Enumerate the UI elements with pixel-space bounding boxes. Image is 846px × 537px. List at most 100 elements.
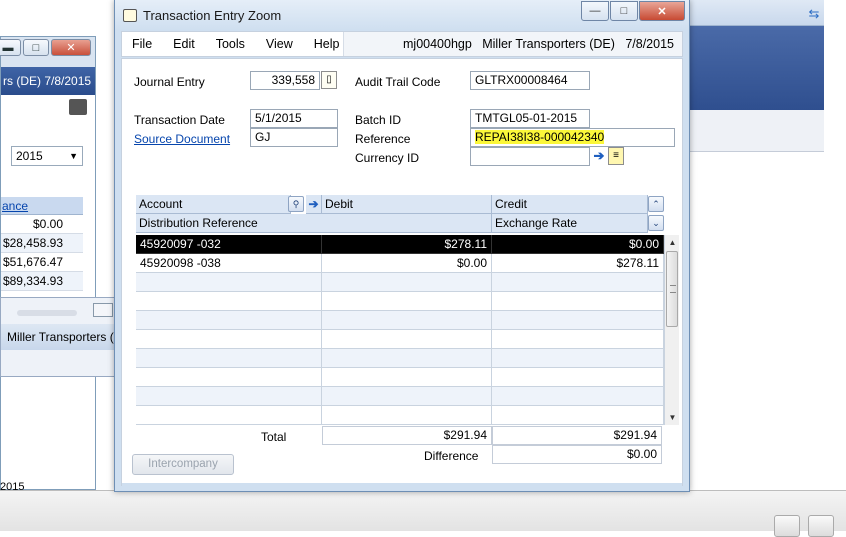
background-grid-header[interactable]: ance: [1, 197, 83, 215]
empty-cell: [136, 273, 322, 292]
currency-id-field[interactable]: [470, 147, 590, 166]
empty-cell: [322, 368, 492, 387]
account-cell[interactable]: 45920097 -032: [136, 235, 322, 254]
content-bottom-border: [122, 483, 682, 486]
background-window-body: [690, 110, 824, 152]
user-id: mj00400hgp: [403, 37, 472, 51]
empty-cell: [492, 349, 664, 368]
empty-cell: [492, 311, 664, 330]
account-cell[interactable]: 45920098 -038: [136, 254, 322, 273]
year-select[interactable]: 2015 ▼: [11, 146, 83, 166]
table-row[interactable]: [136, 311, 664, 330]
arrow-right-icon[interactable]: ➔: [591, 147, 607, 165]
empty-cell: [136, 330, 322, 349]
currency-id-label: Currency ID: [355, 151, 420, 165]
blurred-text: [17, 310, 77, 316]
background-window-header: [690, 26, 824, 110]
note-icon[interactable]: ≡: [608, 147, 624, 165]
table-row[interactable]: [136, 387, 664, 406]
scroll-down-icon[interactable]: ▼: [665, 410, 680, 425]
table-row[interactable]: [136, 330, 664, 349]
column-debit[interactable]: Debit: [322, 195, 492, 214]
background-scroll-area: [824, 0, 846, 490]
maximize-button[interactable]: □: [610, 1, 638, 21]
menu-tools[interactable]: Tools: [206, 32, 256, 56]
table-row[interactable]: 45920098 -038 $0.00 $278.11: [136, 254, 664, 273]
intercompany-button[interactable]: Intercompany: [132, 454, 234, 475]
background-window-company: Miller Transporters (: [1, 324, 121, 350]
background-window-controls: ▬ □ ✕: [0, 39, 91, 56]
background-mid-window[interactable]: Miller Transporters (: [0, 297, 122, 377]
empty-cell: [322, 311, 492, 330]
table-row[interactable]: [136, 292, 664, 311]
background-left-window[interactable]: ▬ □ ✕ rs (DE) 7/8/2015 2015 ▼ ance $0.00…: [0, 36, 96, 490]
reference-label: Reference: [355, 132, 411, 146]
table-row[interactable]: [136, 273, 664, 292]
maximize-icon[interactable]: □: [23, 39, 49, 56]
expand-icon[interactable]: ⌄: [648, 215, 664, 231]
list-item: $89,334.93: [1, 272, 83, 291]
user-date: 7/8/2015: [625, 37, 674, 51]
window-controls: — □ ✕: [581, 1, 685, 21]
menu-bar: File Edit Tools View Help mj00400hgp Mil…: [121, 31, 683, 57]
minimize-icon[interactable]: ▬: [0, 39, 21, 56]
empty-cell: [136, 406, 322, 425]
transaction-entry-zoom-window: Transaction Entry Zoom — □ ✕ File Edit T…: [114, 0, 690, 492]
transaction-date-field[interactable]: 5/1/2015: [250, 109, 338, 128]
empty-cell: [322, 330, 492, 349]
note-icon[interactable]: ▯: [321, 71, 337, 89]
scroll-up-icon[interactable]: ▲: [665, 235, 680, 250]
empty-cell: [136, 387, 322, 406]
column-exchange-rate[interactable]: Exchange Rate: [492, 214, 648, 233]
empty-cell: [322, 387, 492, 406]
total-debit-field: $291.94: [322, 426, 492, 445]
total-credit-field: $291.94: [492, 426, 662, 445]
source-document-link[interactable]: Source Document: [134, 132, 230, 146]
close-icon[interactable]: ✕: [51, 39, 91, 56]
background-balance-grid: ance $0.00 $28,458.93 $51,676.47 $89,334…: [1, 197, 83, 291]
table-row[interactable]: [136, 368, 664, 387]
table-row[interactable]: [136, 349, 664, 368]
credit-cell[interactable]: $0.00: [492, 235, 664, 254]
table-row[interactable]: [136, 406, 664, 425]
refresh-icon[interactable]: ⇆: [806, 6, 822, 22]
user-icon[interactable]: [808, 515, 834, 537]
window-titlebar[interactable]: Transaction Entry Zoom — □ ✕: [115, 0, 689, 30]
minimize-button[interactable]: —: [581, 1, 609, 21]
background-window-company: rs (DE) 7/8/2015: [1, 67, 95, 95]
session-info: mj00400hgp Miller Transporters (DE) 7/8/…: [403, 32, 674, 56]
difference-label: Difference: [424, 449, 479, 463]
collapse-icon[interactable]: ⌃: [648, 196, 664, 212]
difference-field: $0.00: [492, 445, 662, 464]
journal-entry-field[interactable]: 339,558: [250, 71, 320, 90]
list-item: $51,676.47: [1, 253, 83, 272]
table-row[interactable]: 45920097 -032 $278.11 $0.00: [136, 235, 664, 254]
debit-cell[interactable]: $278.11: [322, 235, 492, 254]
column-account[interactable]: Account: [136, 195, 291, 214]
menu-help[interactable]: Help: [304, 32, 351, 56]
audit-trail-code-field[interactable]: GLTRX00008464: [470, 71, 590, 90]
empty-cell: [492, 368, 664, 387]
user-icon[interactable]: [774, 515, 800, 537]
empty-cell: [492, 330, 664, 349]
close-button[interactable]: ✕: [639, 1, 685, 21]
lookup-icon[interactable]: ⚲: [288, 196, 304, 212]
window-app-icon: [123, 9, 137, 22]
chevron-down-icon: ▼: [69, 151, 78, 161]
debit-cell[interactable]: $0.00: [322, 254, 492, 273]
grid-scrollbar[interactable]: ▲ ▼: [664, 235, 679, 425]
reference-field[interactable]: REPAI38I38-000042340: [470, 128, 675, 147]
scroll-thumb[interactable]: [666, 251, 678, 327]
menu-edit[interactable]: Edit: [163, 32, 206, 56]
empty-cell: [492, 406, 664, 425]
column-distribution-reference[interactable]: Distribution Reference: [136, 214, 492, 233]
credit-cell[interactable]: $278.11: [492, 254, 664, 273]
minimize-icon[interactable]: [93, 303, 113, 317]
column-credit[interactable]: Credit: [492, 195, 648, 214]
menu-file[interactable]: File: [122, 32, 163, 56]
menu-view[interactable]: View: [256, 32, 304, 56]
print-icon[interactable]: [69, 99, 87, 115]
arrow-right-icon[interactable]: ➔: [306, 195, 322, 214]
source-document-field[interactable]: GJ: [250, 128, 338, 147]
batch-id-field[interactable]: TMTGL05-01-2015: [470, 109, 590, 128]
